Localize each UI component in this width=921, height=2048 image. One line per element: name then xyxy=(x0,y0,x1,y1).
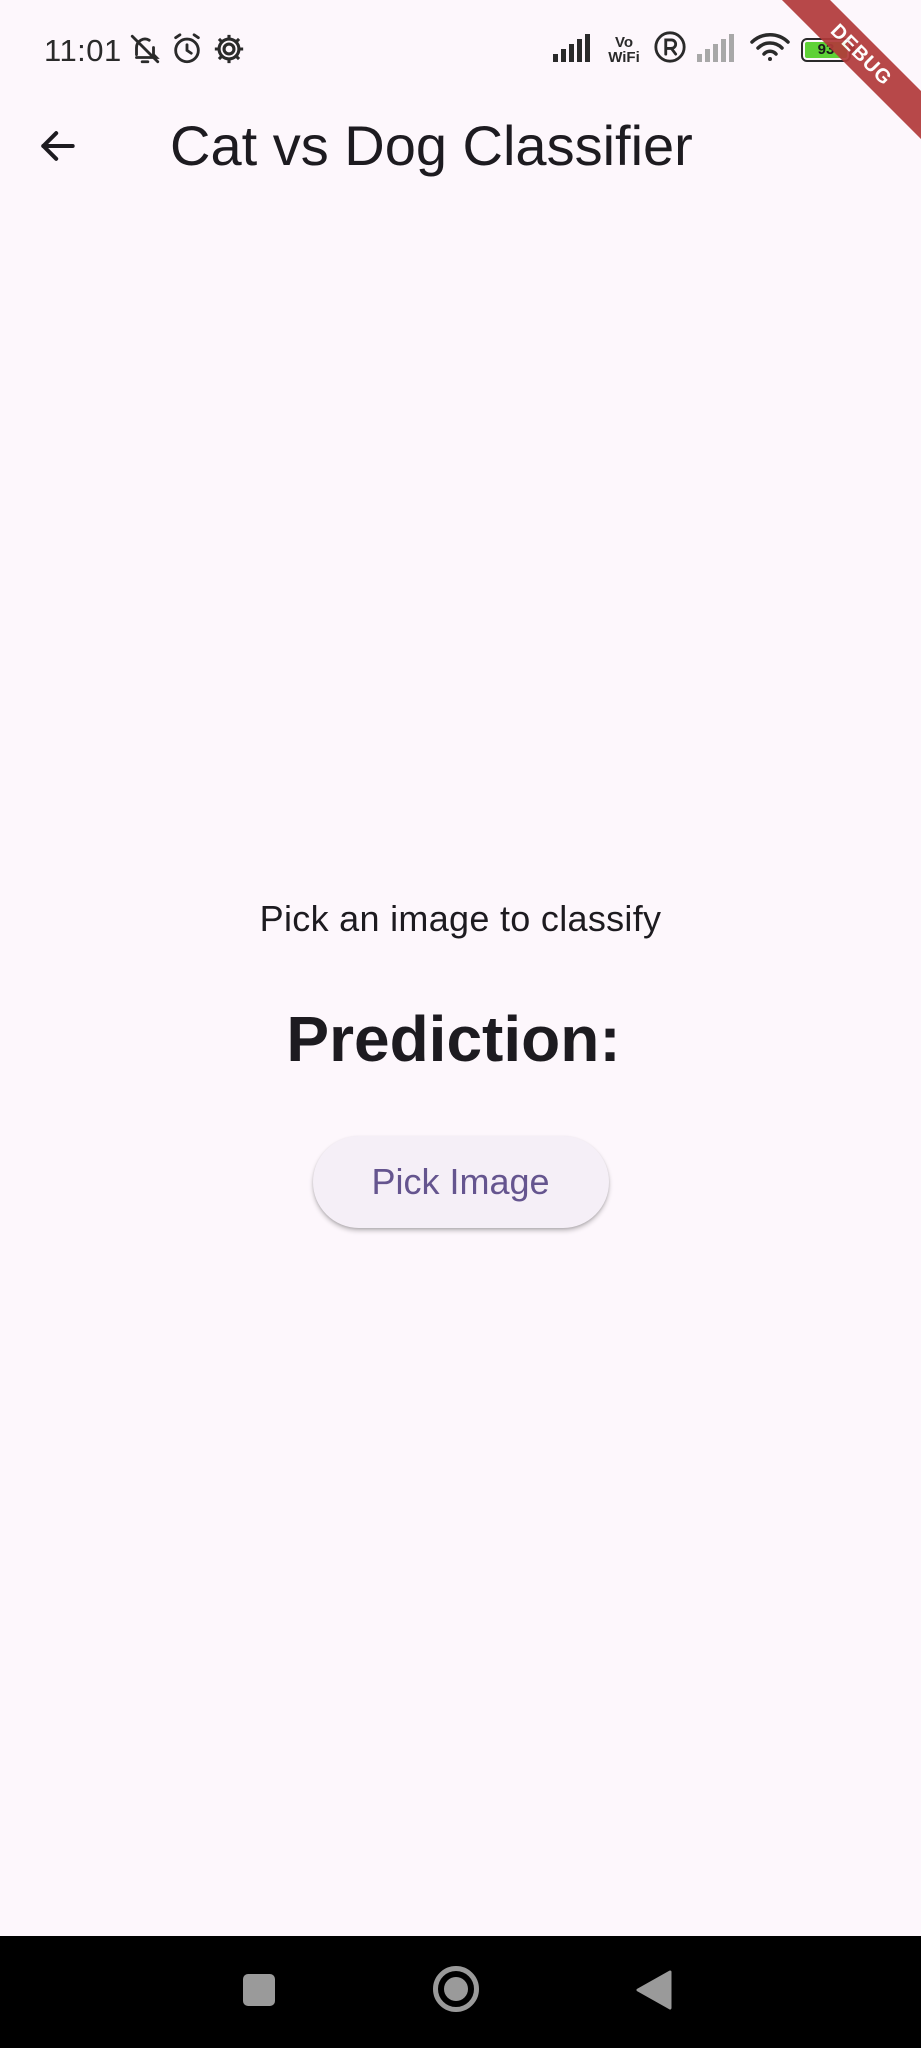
signal-weak-icon xyxy=(697,32,739,67)
vowifi-bottom-text: WiFi xyxy=(608,48,640,66)
roaming-icon xyxy=(653,30,687,69)
vowifi-icon: Vo WiFi xyxy=(605,35,643,65)
app-bar: Cat vs Dog Classifier xyxy=(0,104,921,188)
navigation-bar xyxy=(0,1936,921,2048)
vowifi-top-text: Vo xyxy=(614,33,634,51)
main-content: Pick an image to classify Prediction: Pi… xyxy=(0,880,921,1228)
status-bar: 11:01 Vo WiFi 93 DEBUG xyxy=(0,0,921,152)
hint-text: Pick an image to classify xyxy=(259,898,662,939)
status-left-icons xyxy=(128,32,246,66)
recent-apps-icon[interactable] xyxy=(243,1974,275,2006)
status-time: 11:01 xyxy=(44,33,122,68)
settings-gear-icon xyxy=(212,32,246,66)
back-button[interactable] xyxy=(30,118,86,174)
arrow-back-icon xyxy=(41,131,75,161)
signal-icon xyxy=(553,32,595,67)
alarm-icon xyxy=(170,32,204,66)
prediction-label: Prediction: xyxy=(286,1003,621,1075)
home-icon[interactable] xyxy=(433,1966,479,2012)
page-title: Cat vs Dog Classifier xyxy=(170,114,693,177)
wifi-icon xyxy=(749,31,791,68)
bell-off-icon xyxy=(128,32,162,66)
back-triangle-icon[interactable] xyxy=(636,1970,672,2015)
status-right-icons: Vo WiFi 93 xyxy=(553,30,855,69)
pick-image-button[interactable]: Pick Image xyxy=(312,1136,609,1228)
